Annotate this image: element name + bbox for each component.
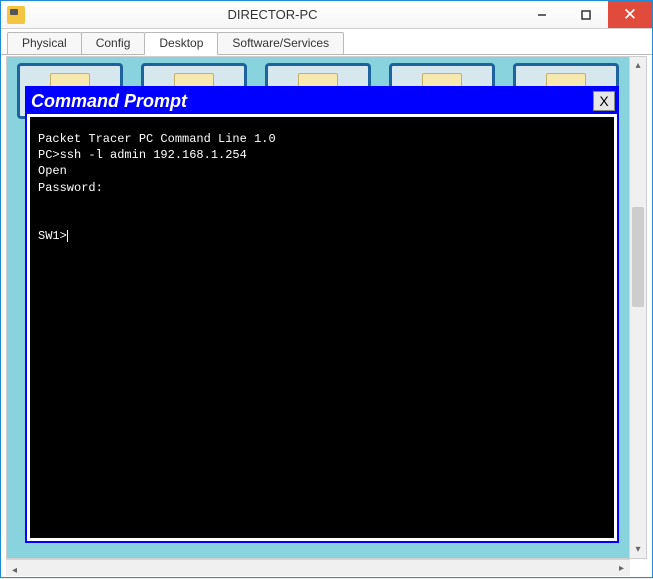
chevron-right-icon: ▸ [619,563,624,574]
chevron-left-icon: ◂ [12,565,17,576]
desktop-background: Command Prompt X Packet Tracer PC Comman… [7,57,629,558]
app-icon [7,6,25,24]
terminal[interactable]: Packet Tracer PC Command Line 1.0 PC>ssh… [30,117,614,538]
maximize-button[interactable] [564,1,608,28]
horizontal-scrollbar[interactable]: ◂ ▸ [6,559,630,576]
terminal-line: PC>ssh -l admin 192.168.1.254 [38,148,247,162]
window-controls: ✕ [520,1,652,28]
scroll-down-button[interactable]: ▾ [630,541,646,558]
tab-software-services[interactable]: Software/Services [217,32,344,54]
scroll-left-button[interactable]: ◂ [6,563,23,579]
titlebar[interactable]: DIRECTOR-PC ✕ [1,1,652,29]
minimize-button[interactable] [520,1,564,28]
scroll-right-button[interactable]: ▸ [613,560,630,576]
window-title: DIRECTOR-PC [25,7,520,22]
desktop-panel: Command Prompt X Packet Tracer PC Comman… [6,56,647,559]
vertical-scrollbar[interactable]: ▴ ▾ [629,57,646,558]
close-button[interactable]: ✕ [608,1,652,28]
terminal-prompt: SW1> [38,229,67,243]
terminal-line: Packet Tracer PC Command Line 1.0 [38,132,276,146]
chevron-down-icon: ▾ [635,544,640,555]
tab-config[interactable]: Config [81,32,146,54]
scroll-up-button[interactable]: ▴ [630,57,646,74]
cursor-icon [67,230,68,242]
command-prompt-titlebar[interactable]: Command Prompt X [27,88,617,114]
command-prompt-close-button[interactable]: X [593,91,615,111]
app-window: DIRECTOR-PC ✕ Physical Config Desktop So… [0,0,653,578]
tab-strip: Physical Config Desktop Software/Service… [1,29,652,55]
tab-physical[interactable]: Physical [7,32,82,54]
chevron-up-icon: ▴ [635,60,640,71]
command-prompt-title: Command Prompt [31,91,593,112]
terminal-line: Open [38,164,67,178]
maximize-icon [581,10,591,20]
scrollbar-thumb[interactable] [632,207,644,307]
terminal-line: Password: [38,181,103,195]
close-icon: ✕ [623,5,637,25]
tab-desktop[interactable]: Desktop [144,32,218,55]
command-prompt-window: Command Prompt X Packet Tracer PC Comman… [25,86,619,543]
minimize-icon [537,10,547,20]
